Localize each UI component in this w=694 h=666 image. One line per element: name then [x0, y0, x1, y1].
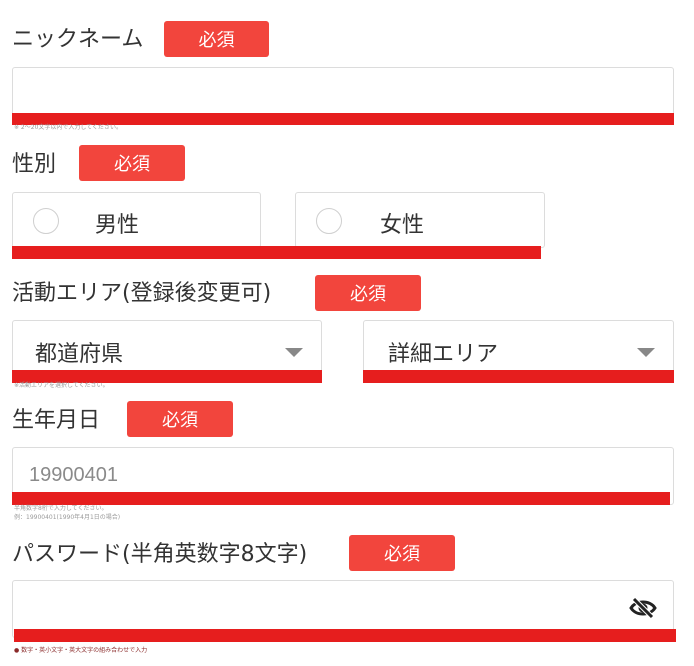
gender-required-badge: 必須 [79, 145, 185, 181]
birthday-label: 生年月日 [12, 408, 101, 433]
area-required-badge: 必須 [315, 275, 421, 311]
area-hint: ※活動エリアを選択してください。 [14, 382, 109, 389]
radio-circle-male[interactable] [33, 208, 59, 234]
prefecture-select-value: 都道府県 [35, 342, 124, 367]
detail-area-select-value: 詳細エリア [388, 342, 499, 367]
detail-area-redline [363, 370, 674, 383]
gender-option-female-label: 女性 [380, 213, 425, 238]
birthday-hint-1: 半角数字8桁で入力してください。 [14, 505, 108, 512]
nickname-hint: ※ 2〜20文字以内で入力してください。 [14, 124, 123, 131]
gender-redline [12, 246, 541, 259]
birthday-required-badge: 必須 [127, 401, 233, 437]
password-redline [14, 629, 676, 642]
nickname-required-badge: 必須 [164, 21, 269, 57]
gender-option-male-label: 男性 [95, 213, 140, 238]
password-hint: ● 数字・英小文字・英大文字の組み合わせで入力 [14, 647, 148, 654]
password-label: パスワード(半角英数字8文字) [12, 542, 308, 567]
area-label: 活動エリア(登録後変更可) [12, 281, 272, 306]
birthday-input-value: 19900401 [29, 464, 118, 486]
password-required-badge: 必須 [349, 535, 455, 571]
birthday-hint-2: 例：19900401(1990年4月1日の場合) [14, 514, 121, 521]
chevron-down-icon [637, 348, 655, 357]
gender-option-female[interactable]: 女性 [295, 192, 545, 248]
gender-option-male[interactable]: 男性 [12, 192, 261, 248]
nickname-label: ニックネーム [12, 27, 144, 52]
eye-off-icon[interactable] [629, 596, 657, 620]
gender-label: 性別 [12, 152, 57, 177]
chevron-down-icon [285, 348, 303, 357]
birthday-redline [12, 492, 670, 505]
radio-circle-female[interactable] [316, 208, 342, 234]
